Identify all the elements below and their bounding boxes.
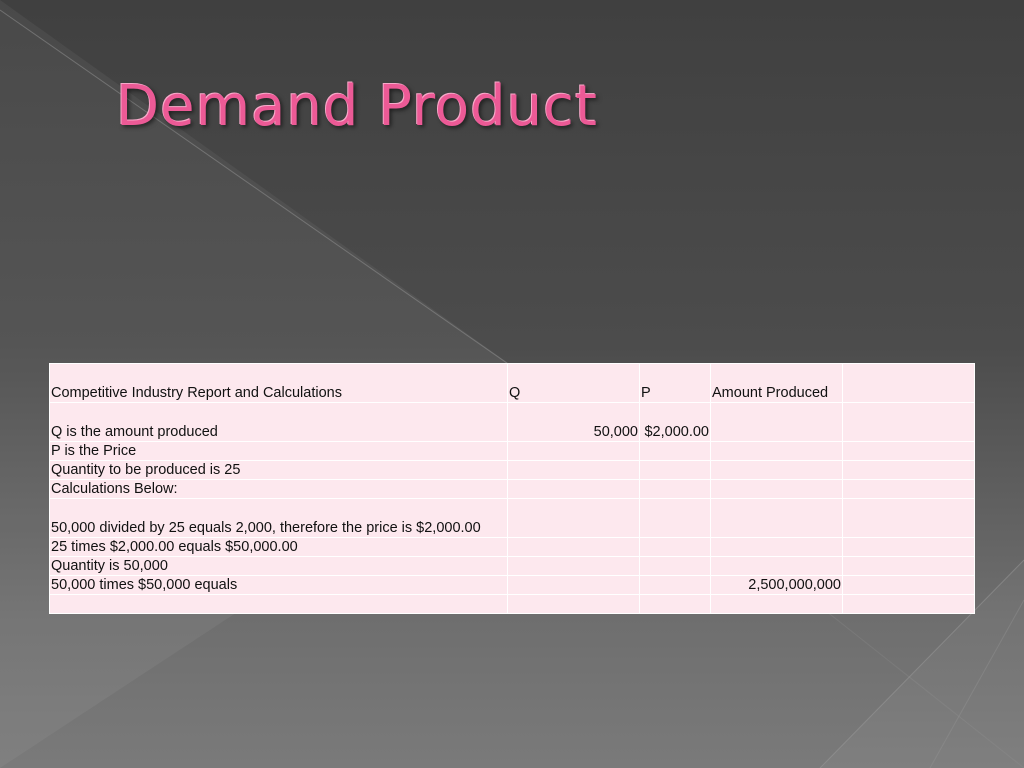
table-cell — [639, 441, 711, 461]
table-cell — [710, 556, 843, 576]
table-row — [49, 594, 975, 614]
table-cell — [842, 575, 975, 595]
table-cell: $2,000.00 — [639, 402, 711, 442]
table-row: Competitive Industry Report and Calculat… — [49, 363, 975, 403]
table-cell — [710, 479, 843, 499]
table-cell — [507, 556, 640, 576]
table-cell — [842, 594, 975, 614]
table-cell — [842, 537, 975, 557]
table-cell: P is the Price — [49, 441, 508, 461]
table-cell — [507, 479, 640, 499]
table-cell — [639, 479, 711, 499]
table-cell — [639, 498, 711, 538]
table-cell — [639, 460, 711, 480]
table-cell — [507, 575, 640, 595]
table-cell — [49, 594, 508, 614]
table-row: 50,000 divided by 25 equals 2,000, there… — [49, 498, 975, 538]
table-cell: Quantity to be produced is 25 — [49, 460, 508, 480]
table-row: Quantity is 50,000 — [49, 556, 975, 576]
table-row: 25 times $2,000.00 equals $50,000.00 — [49, 537, 975, 557]
table-cell: 50,000 times $50,000 equals — [49, 575, 508, 595]
table-cell: Q — [507, 363, 640, 403]
table-row: Q is the amount produced 50,000 $2,000.0… — [49, 402, 975, 442]
table-cell — [842, 363, 975, 403]
table-cell — [710, 402, 843, 442]
table-cell — [507, 537, 640, 557]
table-cell: Quantity is 50,000 — [49, 556, 508, 576]
table-cell — [842, 479, 975, 499]
table-cell: Q is the amount produced — [49, 402, 508, 442]
table-cell — [639, 537, 711, 557]
table-row: Calculations Below: — [49, 479, 975, 499]
table-cell — [842, 498, 975, 538]
table-cell: 50,000 — [507, 402, 640, 442]
table-cell — [710, 594, 843, 614]
table-cell — [639, 556, 711, 576]
table-cell — [842, 460, 975, 480]
table-cell — [710, 441, 843, 461]
spreadsheet-table: Competitive Industry Report and Calculat… — [49, 363, 975, 614]
table-cell — [710, 498, 843, 538]
table-cell — [507, 441, 640, 461]
table-cell — [842, 556, 975, 576]
table-cell — [507, 460, 640, 480]
table-cell: Amount Produced — [710, 363, 843, 403]
table-cell — [639, 575, 711, 595]
table-cell: 25 times $2,000.00 equals $50,000.00 — [49, 537, 508, 557]
table-cell — [639, 594, 711, 614]
table-cell — [842, 441, 975, 461]
table-cell: Calculations Below: — [49, 479, 508, 499]
table-cell — [507, 594, 640, 614]
table-cell — [710, 460, 843, 480]
table-row: Quantity to be produced is 25 — [49, 460, 975, 480]
table-cell: 50,000 divided by 25 equals 2,000, there… — [49, 498, 508, 538]
table-cell — [710, 537, 843, 557]
table-cell — [842, 402, 975, 442]
table-cell: Competitive Industry Report and Calculat… — [49, 363, 508, 403]
table-cell: 2,500,000,000 — [710, 575, 843, 595]
slide-title: Demand Product — [116, 74, 598, 139]
table-cell — [507, 498, 640, 538]
table-row: P is the Price — [49, 441, 975, 461]
table-cell: P — [639, 363, 711, 403]
table-row: 50,000 times $50,000 equals 2,500,000,00… — [49, 575, 975, 595]
